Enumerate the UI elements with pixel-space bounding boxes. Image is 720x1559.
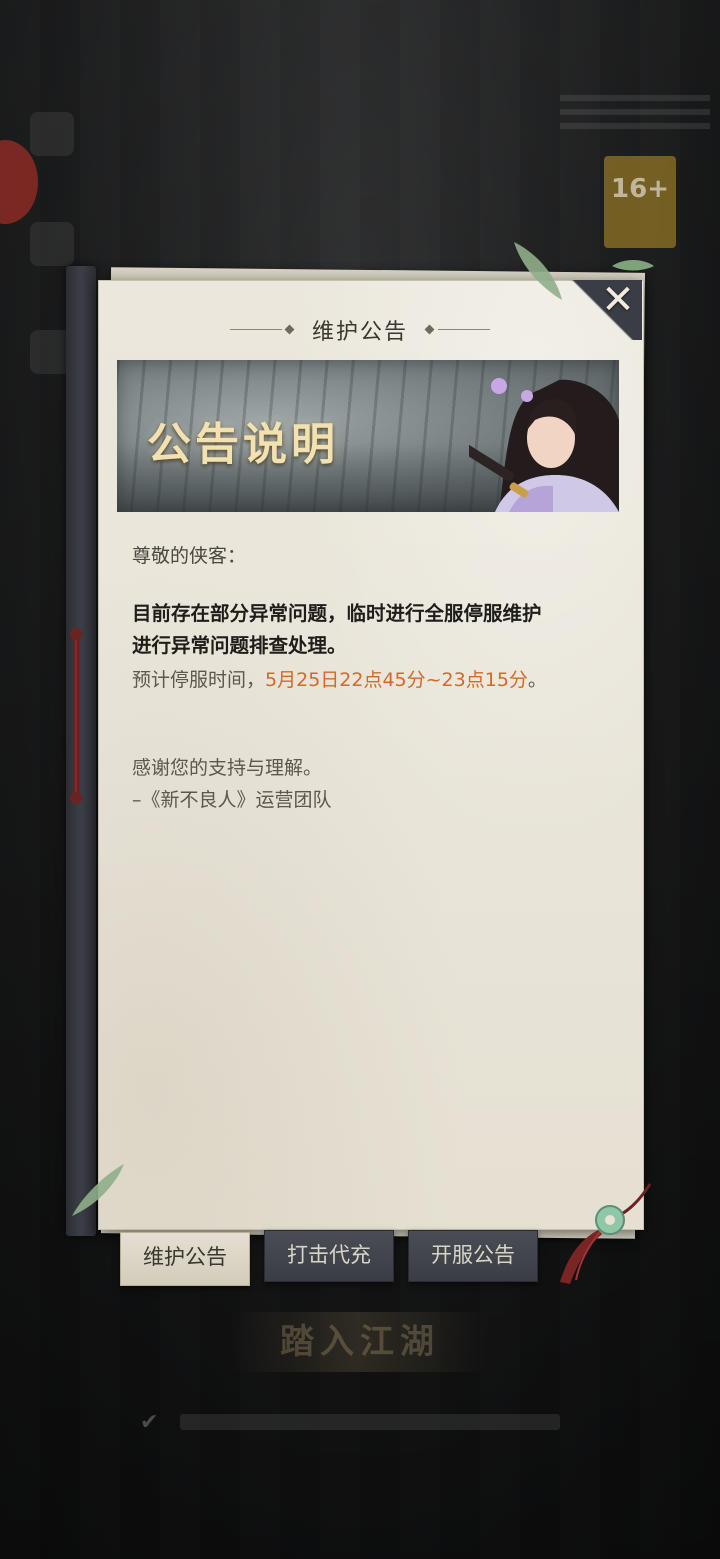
- close-icon: ✕: [601, 277, 635, 323]
- leaf-decoration: [72, 1164, 124, 1216]
- spine-rod-cap: [70, 628, 82, 640]
- side-menu-icon: [30, 222, 74, 266]
- notice-greeting: 尊敬的侠客：: [132, 545, 247, 567]
- leaf-decoration: [514, 242, 562, 300]
- title-divider: [438, 329, 490, 330]
- title-divider: [230, 329, 282, 330]
- book-spine: [66, 266, 96, 1236]
- side-menu-icon: [30, 112, 74, 156]
- announcement-banner: 公告说明: [117, 360, 619, 512]
- close-button[interactable]: ✕: [596, 278, 640, 322]
- age-rating-label: 16+: [611, 174, 669, 204]
- version-info-text: [560, 95, 710, 135]
- announcement-screen: 16+ 踏入江湖 ✔ ✕ 维护公告 公告说明 尊敬的侠客： 目前存在部分异常问题…: [0, 0, 720, 1559]
- announcement-tabs: 维护公告 打击代充 开服公告: [120, 1230, 550, 1286]
- notice-paragraph-line: 目前存在部分异常问题，临时进行全服停服维护: [132, 602, 542, 625]
- notice-thanks: 感谢您的支持与理解。: [132, 757, 323, 779]
- spine-rod-cap: [70, 792, 82, 804]
- character-illustration: [469, 378, 619, 512]
- page-title: 维护公告: [311, 320, 408, 345]
- enter-game-button: 踏入江湖: [230, 1312, 490, 1372]
- maintenance-time-prefix: 预计停服时间，: [132, 669, 266, 691]
- title-ornament: [424, 324, 435, 335]
- agreement-row: ✔: [140, 1408, 560, 1438]
- leaf-decoration: [612, 260, 654, 271]
- tab-maintenance[interactable]: 维护公告: [120, 1232, 250, 1286]
- title-ornament: [284, 324, 295, 335]
- spine-rod-decoration: [73, 632, 79, 800]
- maintenance-time-line: 预计停服时间，5月25日22点45分~23点15分。: [132, 664, 547, 696]
- notice-paragraph-line: 进行异常问题排查处理。: [132, 634, 347, 657]
- checkbox-icon: ✔: [140, 1410, 159, 1435]
- maintenance-time-suffix: 。: [527, 669, 547, 691]
- maintenance-time-value: 5月25日22点45分~23点15分: [265, 669, 528, 691]
- enter-game-label: 踏入江湖: [280, 1322, 440, 1362]
- tab-server-opening[interactable]: 开服公告: [408, 1230, 538, 1282]
- agreement-text-blurred: [180, 1414, 560, 1430]
- jade-tassel-icon: [560, 1183, 652, 1284]
- notice-signature: –《新不良人》运营团队: [132, 789, 332, 811]
- panel-header: 维护公告: [230, 312, 490, 348]
- age-rating-badge: 16+: [604, 156, 676, 248]
- banner-title: 公告说明: [147, 419, 339, 470]
- tab-anti-recharge[interactable]: 打击代充: [264, 1230, 394, 1282]
